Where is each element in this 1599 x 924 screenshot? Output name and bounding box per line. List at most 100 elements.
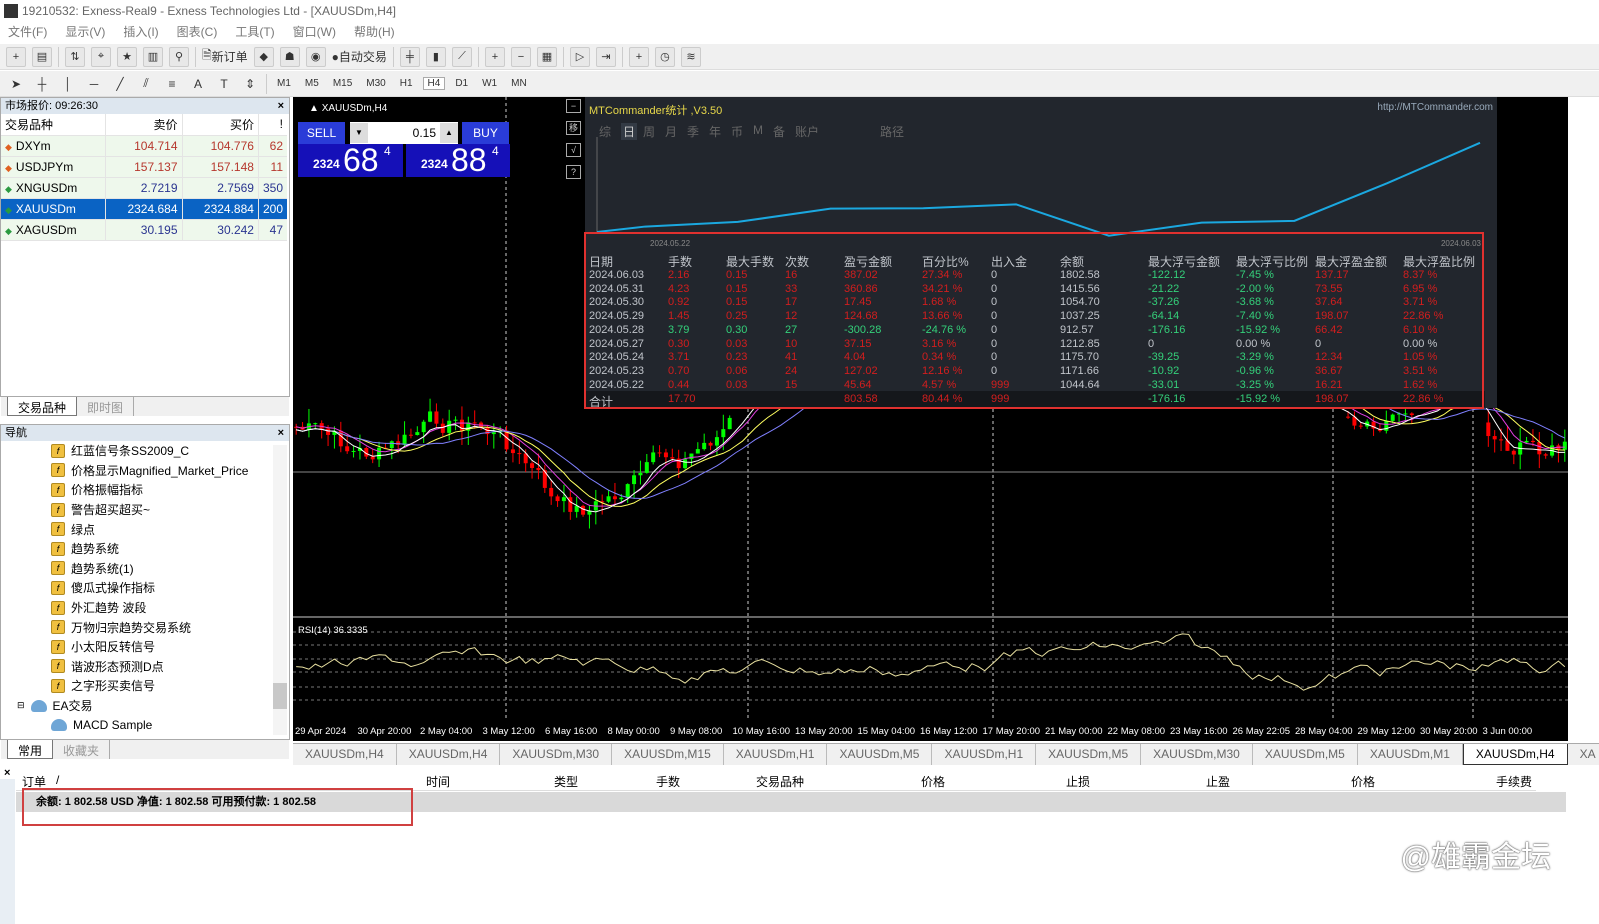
nav-indicator-item[interactable]: f 傻瓜式操作指标 xyxy=(1,578,289,598)
market-watch-row[interactable]: ◆ XAUUSDm 2324.684 2324.884 200 xyxy=(1,198,287,220)
collapse-icon[interactable]: ⊟ xyxy=(17,700,25,711)
tab-favorites[interactable]: 收藏夹 xyxy=(53,740,111,759)
timeframe-m30[interactable]: M30 xyxy=(362,78,389,89)
indicators-icon[interactable]: + xyxy=(628,46,649,67)
periods-icon[interactable]: ◷ xyxy=(654,46,675,67)
nav-ea-item[interactable]: MACD Sample xyxy=(1,715,289,735)
chart-window-tab[interactable]: XAUUSDm,H4 xyxy=(397,744,501,765)
menu-window[interactable]: 窗口(W) xyxy=(293,25,336,39)
market-watch-row[interactable]: ◆ USDJPYm 157.137 157.148 11 xyxy=(1,156,287,178)
lot-decrease-button[interactable]: ▼ xyxy=(350,123,368,143)
chart-window-tab[interactable]: XAUUSDm,H4 xyxy=(293,744,397,765)
col-ask[interactable]: 买价 xyxy=(181,114,259,136)
tester-icon[interactable]: ⚲ xyxy=(169,46,189,67)
chart-window-tab[interactable]: XAUUSDm,M30 xyxy=(500,744,613,765)
mql-icon[interactable]: ☗ xyxy=(279,46,300,67)
nav-indicator-item[interactable]: f 趋势系统(1) xyxy=(1,559,289,579)
tab-tick-chart[interactable]: 即时图 xyxy=(77,397,135,416)
menu-tools[interactable]: 工具(T) xyxy=(235,25,274,39)
chart-window-tab[interactable]: XAUUSDm,M5 xyxy=(1253,744,1358,765)
market-watch-row[interactable]: ◆ DXYm 104.714 104.776 62 xyxy=(1,135,287,157)
nav-indicator-item[interactable]: f 之字形买卖信号 xyxy=(1,676,289,696)
market-watch-row[interactable]: ◆ XAGUSDm 30.195 30.242 47 xyxy=(1,219,287,241)
stats-url[interactable]: http://MTCommander.com xyxy=(1377,102,1493,113)
line-chart-icon[interactable]: ⟋ xyxy=(451,46,472,67)
terminal-col-header[interactable]: 手续费 xyxy=(1496,773,1532,790)
new-chart-icon[interactable]: + xyxy=(6,46,26,67)
menu-file[interactable]: 文件(F) xyxy=(8,25,47,39)
chart-window-tab[interactable]: XAUUSDm,M5 xyxy=(827,744,933,765)
text-label-icon[interactable]: T xyxy=(214,74,234,94)
lot-size-stepper[interactable]: ▼ 0.15 ▲ xyxy=(350,122,458,144)
market-watch-row[interactable]: ◆ XNGUSDm 2.7219 2.7569 350 xyxy=(1,177,287,199)
sell-button[interactable]: SELL xyxy=(298,122,345,144)
signals-icon[interactable]: ◉ xyxy=(305,46,326,67)
lot-increase-button[interactable]: ▲ xyxy=(440,123,458,143)
move-button[interactable]: 移 xyxy=(566,121,581,135)
terminal-col-header[interactable]: 价格 xyxy=(921,773,945,790)
terminal-col-header[interactable]: 价格 xyxy=(1351,773,1375,790)
close-icon[interactable]: × xyxy=(278,98,284,114)
nav-indicator-item[interactable]: f 价格振幅指标 xyxy=(1,480,289,500)
chart-shift-icon[interactable]: ⇥ xyxy=(595,46,616,67)
chart-window-tab[interactable]: XAUUSDm,M5 xyxy=(1036,744,1142,765)
channel-icon[interactable]: ⫽ xyxy=(136,74,156,94)
zoom-in-icon[interactable]: + xyxy=(484,46,505,67)
menu-insert[interactable]: 插入(I) xyxy=(123,25,158,39)
close-icon[interactable]: × xyxy=(278,425,284,441)
chart-window-tab[interactable]: XAUUSDm,H4 xyxy=(1462,744,1568,765)
bar-chart-icon[interactable]: ╪ xyxy=(399,46,420,67)
new-order-button[interactable]: 🗎 新订单 xyxy=(202,47,248,67)
arrows-icon[interactable]: ⇕ xyxy=(240,74,260,94)
text-icon[interactable]: A xyxy=(188,74,208,94)
trendline-icon[interactable]: ╱ xyxy=(110,74,130,94)
market-watch-icon[interactable]: ⇅ xyxy=(65,46,85,67)
lot-size-input[interactable]: 0.15 xyxy=(368,126,440,140)
chart-window-tab[interactable]: XAUUSDm,H1 xyxy=(932,744,1037,765)
chart-window-tab[interactable]: XAUUSDm,M15 xyxy=(612,744,724,765)
terminal-col-header[interactable]: 止损 xyxy=(1066,773,1090,790)
templates-icon[interactable]: ≋ xyxy=(680,46,701,67)
nav-indicator-item[interactable]: f 价格显示Magnified_Market_Price xyxy=(1,461,289,481)
profiles-icon[interactable]: ▤ xyxy=(32,46,52,67)
menu-view[interactable]: 显示(V) xyxy=(65,25,105,39)
vertical-line-icon[interactable]: │ xyxy=(58,74,78,94)
close-icon[interactable]: × xyxy=(4,767,10,779)
bid-price-button[interactable]: 2324 68 4 xyxy=(298,142,403,178)
buy-button[interactable]: BUY xyxy=(462,122,509,144)
timeframe-h1[interactable]: H1 xyxy=(396,78,417,89)
timeframe-d1[interactable]: D1 xyxy=(451,78,472,89)
chart-window-tab[interactable]: XAUUSDm,M30 xyxy=(1141,744,1253,765)
tab-symbols[interactable]: 交易品种 xyxy=(7,397,78,416)
col-spread[interactable]: ! xyxy=(257,114,287,136)
timeframe-m15[interactable]: M15 xyxy=(329,78,356,89)
ask-price-button[interactable]: 2324 88 4 xyxy=(406,142,510,178)
cursor-icon[interactable]: ➤ xyxy=(6,74,26,94)
terminal-col-header[interactable]: 时间 xyxy=(426,773,450,790)
terminal-icon[interactable]: ▥ xyxy=(143,46,163,67)
timeframe-w1[interactable]: W1 xyxy=(478,78,501,89)
tab-common[interactable]: 常用 xyxy=(7,740,54,759)
crosshair-icon[interactable]: ┼ xyxy=(32,74,52,94)
nav-indicator-item[interactable]: f 绿点 xyxy=(1,519,289,539)
nav-indicator-item[interactable]: f 谐波形态预测D点 xyxy=(1,657,289,677)
timeframe-m1[interactable]: M1 xyxy=(273,78,295,89)
terminal-col-header[interactable]: 止盈 xyxy=(1206,773,1230,790)
auto-trading-button[interactable]: ● 自动交易 xyxy=(332,47,387,67)
tile-windows-icon[interactable]: ▦ xyxy=(536,46,557,67)
terminal-col-header[interactable]: 类型 xyxy=(554,773,578,790)
timeframe-h4[interactable]: H4 xyxy=(422,77,446,90)
stats-tab[interactable]: M xyxy=(753,123,763,137)
nav-indicator-item[interactable]: f 警告超买超买~ xyxy=(1,500,289,520)
timeframe-m5[interactable]: M5 xyxy=(301,78,323,89)
autoscroll-icon[interactable]: ▷ xyxy=(569,46,590,67)
chart-window-tab[interactable]: XA xyxy=(1568,744,1599,765)
minimize-button[interactable]: − xyxy=(566,99,581,113)
zoom-out-icon[interactable]: − xyxy=(510,46,531,67)
check-button[interactable]: √ xyxy=(566,143,581,157)
data-window-icon[interactable]: ⌖ xyxy=(91,46,111,67)
chart-window-tab[interactable]: XAUUSDm,M1 xyxy=(1358,744,1463,765)
nav-indicator-item[interactable]: f 万物归宗趋势交易系统 xyxy=(1,617,289,637)
fibonacci-icon[interactable]: ≡ xyxy=(162,74,182,94)
nav-indicator-item[interactable]: f 小太阳反转信号 xyxy=(1,637,289,657)
